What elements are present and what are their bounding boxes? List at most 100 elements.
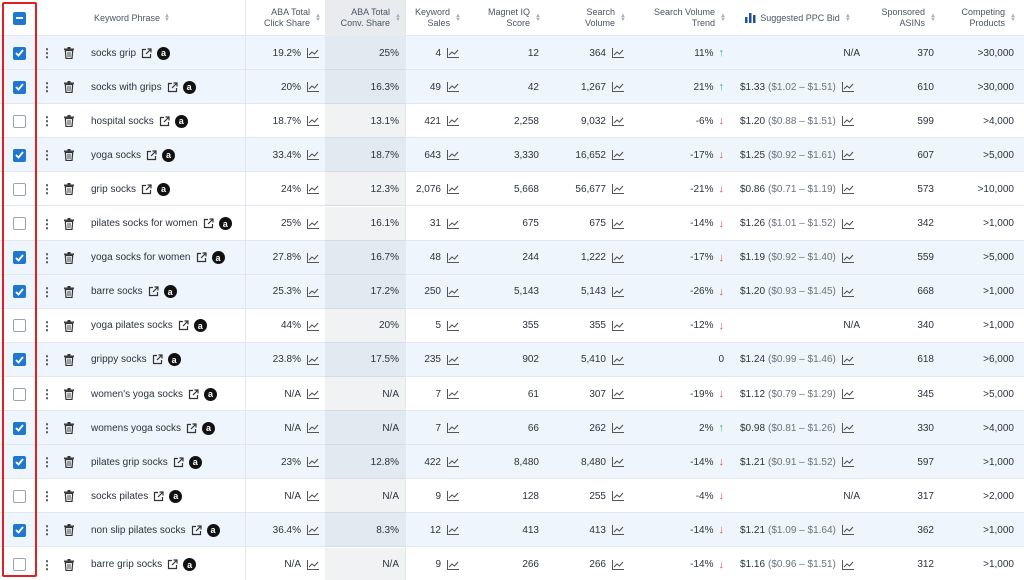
amazon-icon[interactable]: a [202, 421, 216, 435]
external-link-icon[interactable] [153, 491, 164, 502]
row-checkbox[interactable] [12, 114, 26, 128]
sparkline-icon[interactable] [307, 354, 319, 365]
kebab-icon[interactable]: ⋮ [41, 149, 53, 161]
trash-icon[interactable] [64, 388, 74, 400]
row-checkbox[interactable] [12, 421, 26, 435]
sparkline-icon[interactable] [612, 354, 624, 365]
row-checkbox[interactable] [12, 523, 26, 537]
row-checkbox[interactable] [12, 251, 26, 265]
sparkline-icon[interactable] [612, 389, 624, 399]
sparkline-icon[interactable] [307, 286, 319, 297]
trash-icon[interactable] [64, 149, 74, 162]
header-suggested-ppc-bid[interactable]: Suggested PPC Bid ▲ ▼ [730, 0, 870, 36]
amazon-icon[interactable]: a [182, 80, 196, 94]
amazon-icon[interactable]: a [162, 148, 176, 162]
sparkline-icon[interactable] [612, 116, 624, 127]
kebab-icon[interactable]: ⋮ [41, 320, 53, 332]
sparkline-icon[interactable] [841, 457, 854, 468]
sparkline-icon[interactable] [612, 457, 624, 468]
trash-icon[interactable] [64, 251, 74, 264]
external-link-icon[interactable] [167, 81, 178, 93]
sparkline-icon[interactable] [612, 82, 624, 93]
external-link-icon[interactable] [203, 218, 214, 229]
row-checkbox[interactable] [12, 387, 26, 401]
row-checkbox[interactable] [12, 455, 26, 469]
keyword-text[interactable]: grip socks [91, 184, 136, 195]
amazon-icon[interactable]: a [163, 285, 177, 299]
header-search-volume-trend[interactable]: Search Volume Trend ▲ ▼ [630, 0, 730, 36]
sparkline-icon[interactable] [612, 286, 624, 297]
sparkline-icon[interactable] [612, 252, 624, 263]
kebab-icon[interactable]: ⋮ [41, 218, 53, 230]
sparkline-icon[interactable] [307, 252, 319, 263]
trash-icon[interactable] [64, 217, 74, 230]
amazon-icon[interactable]: a [167, 353, 181, 367]
sparkline-icon[interactable] [447, 389, 459, 399]
sparkline-icon[interactable] [612, 320, 624, 331]
header-aba-conv-share[interactable]: ABA Total Conv. Share ▲ ▼ [325, 0, 405, 36]
sparkline-icon[interactable] [307, 82, 319, 93]
row-checkbox[interactable] [12, 80, 26, 94]
sparkline-icon[interactable] [841, 423, 854, 434]
header-competing-products[interactable]: Competing Products ▲ ▼ [940, 0, 1020, 36]
sparkline-icon[interactable] [447, 218, 459, 229]
amazon-icon[interactable]: a [218, 217, 232, 230]
keyword-text[interactable]: hospital socks [91, 116, 154, 127]
external-link-icon[interactable] [148, 286, 159, 297]
sparkline-icon[interactable] [612, 559, 624, 570]
sparkline-icon[interactable] [447, 150, 459, 161]
trash-icon[interactable] [64, 490, 74, 503]
kebab-icon[interactable]: ⋮ [41, 524, 53, 536]
kebab-icon[interactable]: ⋮ [41, 115, 53, 127]
keyword-text[interactable]: women's yoga socks [91, 389, 183, 400]
keyword-text[interactable]: non slip pilates socks [91, 525, 186, 536]
sparkline-icon[interactable] [841, 389, 854, 399]
sparkline-icon[interactable] [447, 116, 459, 127]
row-checkbox[interactable] [12, 148, 26, 162]
sparkline-icon[interactable] [307, 491, 319, 502]
kebab-icon[interactable]: ⋮ [41, 490, 53, 502]
sparkline-icon[interactable] [447, 48, 459, 58]
trash-icon[interactable] [64, 319, 74, 332]
header-aba-click-share[interactable]: ABA Total Click Share ▲ ▼ [245, 0, 325, 36]
external-link-icon[interactable] [191, 525, 202, 536]
sparkline-icon[interactable] [841, 218, 854, 229]
header-sponsored-asins[interactable]: Sponsored ASINs ▲ ▼ [870, 0, 940, 36]
keyword-text[interactable]: grippy socks [91, 354, 147, 365]
sparkline-icon[interactable] [841, 286, 854, 297]
sparkline-icon[interactable] [307, 457, 319, 468]
keyword-text[interactable]: womens yoga socks [91, 423, 181, 434]
sparkline-icon[interactable] [307, 525, 319, 536]
row-checkbox[interactable] [12, 319, 26, 333]
sparkline-icon[interactable] [841, 82, 854, 93]
sparkline-icon[interactable] [447, 320, 459, 331]
trash-icon[interactable] [64, 353, 74, 366]
amazon-icon[interactable]: a [203, 387, 217, 401]
keyword-text[interactable]: barre socks [91, 286, 143, 297]
trash-icon[interactable] [64, 47, 74, 59]
amazon-icon[interactable]: a [183, 558, 197, 571]
external-link-icon[interactable] [196, 252, 207, 263]
amazon-icon[interactable]: a [169, 489, 183, 503]
kebab-icon[interactable]: ⋮ [41, 422, 53, 434]
keyword-text[interactable]: socks grip [91, 48, 136, 59]
sparkline-icon[interactable] [447, 423, 459, 434]
amazon-icon[interactable]: a [174, 114, 188, 128]
kebab-icon[interactable]: ⋮ [41, 456, 53, 468]
header-search-volume[interactable]: Search Volume ▲ ▼ [545, 0, 630, 36]
sparkline-icon[interactable] [612, 525, 624, 536]
keyword-text[interactable]: barre grip socks [91, 559, 162, 570]
sparkline-icon[interactable] [841, 184, 854, 195]
external-link-icon[interactable] [188, 388, 199, 400]
row-checkbox[interactable] [12, 46, 26, 60]
trash-icon[interactable] [64, 115, 74, 128]
sparkline-icon[interactable] [307, 320, 319, 331]
external-link-icon[interactable] [146, 150, 157, 161]
row-checkbox[interactable] [12, 285, 26, 299]
sparkline-icon[interactable] [447, 286, 459, 297]
external-link-icon[interactable] [173, 457, 184, 468]
kebab-icon[interactable]: ⋮ [41, 286, 53, 298]
external-link-icon[interactable] [186, 422, 197, 434]
sparkline-icon[interactable] [841, 525, 854, 536]
external-link-icon[interactable] [167, 559, 178, 570]
